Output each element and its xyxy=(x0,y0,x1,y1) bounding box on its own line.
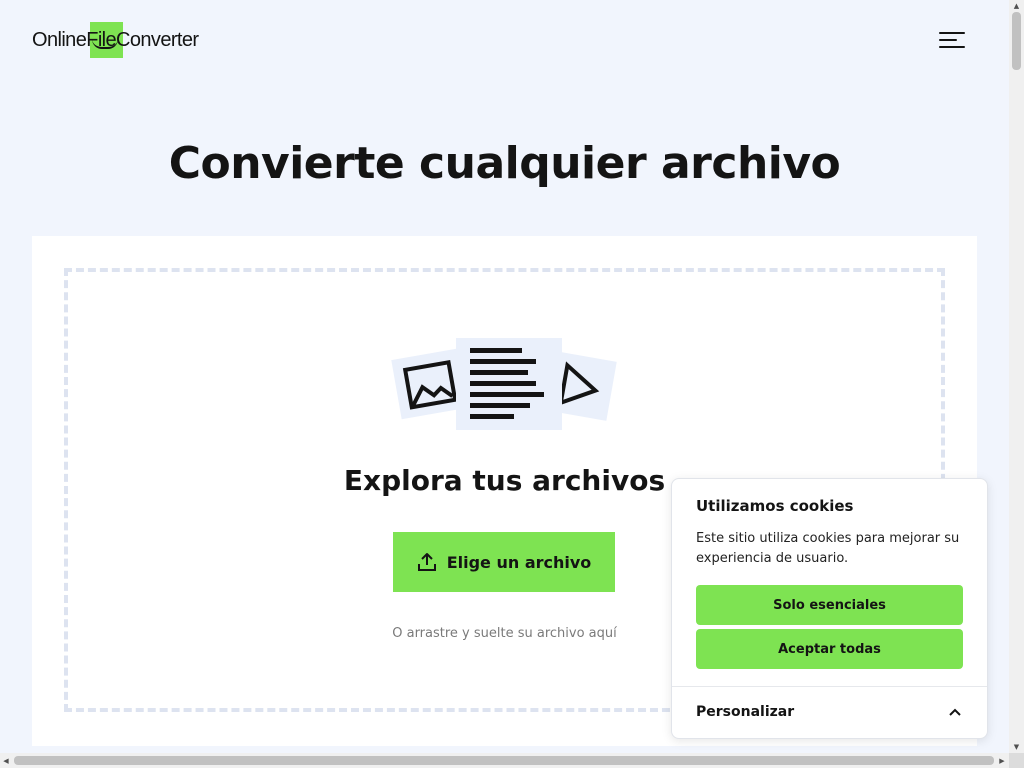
cookie-description: Este sitio utiliza cookies para mejorar … xyxy=(696,531,960,566)
accept-all-cookies-button[interactable]: Aceptar todas xyxy=(696,629,963,669)
scroll-right-arrow-icon[interactable]: ▶ xyxy=(996,753,1008,768)
site-logo[interactable]: OnlineFileConverter xyxy=(32,22,199,58)
document-file-icon xyxy=(456,338,562,430)
scroll-up-arrow-icon[interactable]: ▲ xyxy=(1009,0,1024,12)
page-title: Convierte cualquier archivo xyxy=(168,138,841,189)
hamburger-menu-icon[interactable] xyxy=(939,32,967,50)
upload-icon xyxy=(417,553,436,571)
chevron-up-icon xyxy=(949,708,961,716)
scroll-down-arrow-icon[interactable]: ▼ xyxy=(1009,741,1024,753)
scroll-left-arrow-icon[interactable]: ◀ xyxy=(0,753,12,768)
scrollbar-corner xyxy=(1009,753,1024,768)
cookie-title: Utilizamos cookies xyxy=(696,497,854,515)
vertical-scrollbar-thumb[interactable] xyxy=(1012,12,1021,70)
horizontal-scrollbar-thumb[interactable] xyxy=(14,756,994,765)
file-types-illustration xyxy=(391,338,622,438)
essential-cookies-button[interactable]: Solo esenciales xyxy=(696,585,963,625)
cookie-consent-panel: Utilizamos cookies Este sitio utiliza co… xyxy=(671,478,988,739)
choose-file-button[interactable]: Elige un archivo xyxy=(393,532,615,592)
vertical-scrollbar[interactable]: ▲ ▼ xyxy=(1009,0,1024,753)
site-header: OnlineFileConverter xyxy=(0,0,1009,80)
customize-toggle[interactable]: Personalizar xyxy=(672,687,987,739)
customize-label: Personalizar xyxy=(696,704,795,720)
choose-file-label: Elige un archivo xyxy=(446,552,592,572)
horizontal-scrollbar[interactable]: ◀ ▶ xyxy=(0,753,1009,768)
